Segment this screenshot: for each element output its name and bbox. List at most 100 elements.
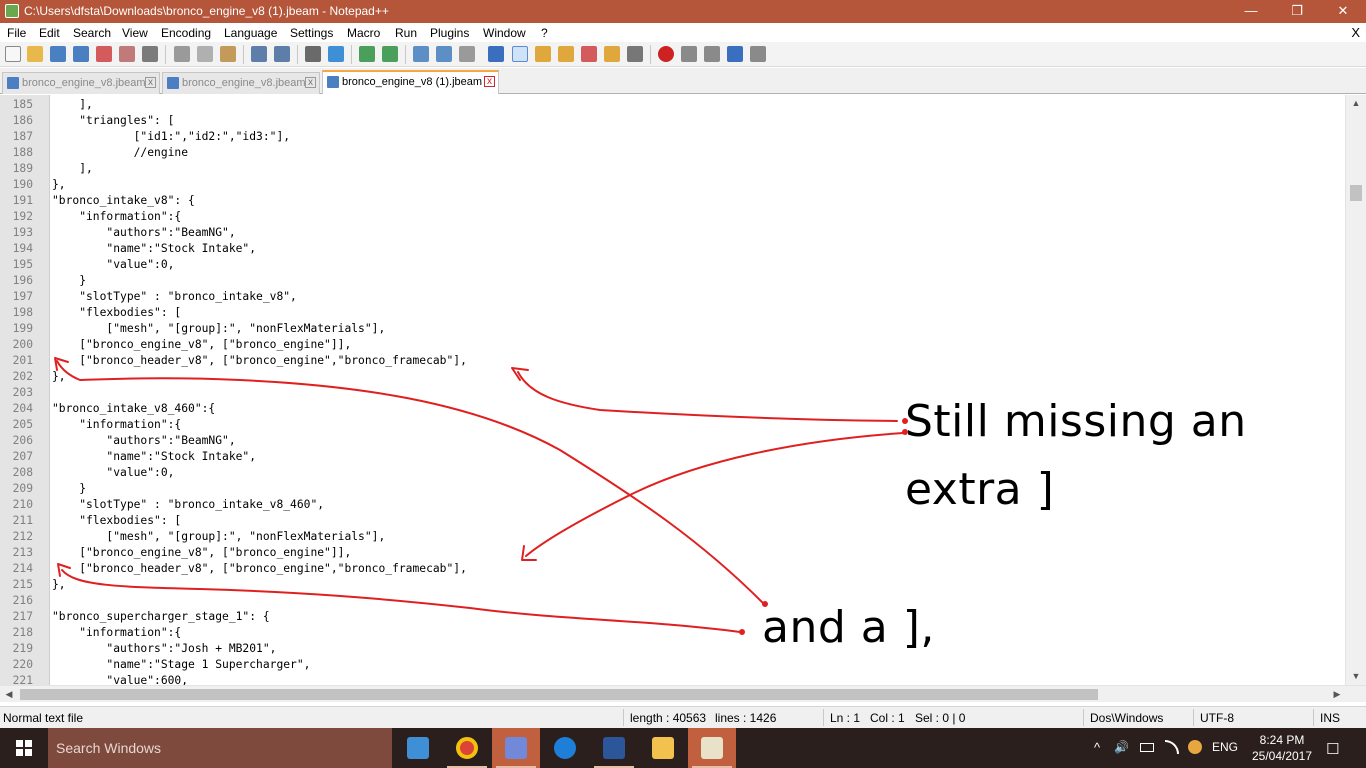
vertical-scrollbar[interactable]: ▲ ▼	[1345, 95, 1366, 685]
code-line[interactable]: 212 ["mesh", "[group]:", "nonFlexMateria…	[0, 529, 1345, 545]
code-line[interactable]: 193 "authors":"BeamNG",	[0, 225, 1345, 241]
close-document-icon[interactable]: X	[1351, 25, 1360, 40]
code-line[interactable]: 201 ["bronco_header_v8", ["bronco_engine…	[0, 353, 1345, 369]
volume-icon[interactable]: 🔊	[1114, 740, 1129, 754]
save-all-icon[interactable]	[73, 46, 89, 62]
monitoring-icon[interactable]	[627, 46, 643, 62]
code-line[interactable]: 192 "information":{	[0, 209, 1345, 225]
menu-file[interactable]: File	[7, 26, 26, 40]
copy-icon[interactable]	[197, 46, 213, 62]
zoom-out-icon[interactable]	[382, 46, 398, 62]
run-macro-multiple-icon[interactable]	[727, 46, 743, 62]
start-button[interactable]	[0, 728, 48, 768]
function-list-icon[interactable]	[581, 46, 597, 62]
code-line[interactable]: 199 ["mesh", "[group]:", "nonFlexMateria…	[0, 321, 1345, 337]
code-editor[interactable]: 185 ], 186 "triangles": [187 ["id1:","id2…	[0, 95, 1345, 685]
code-line[interactable]: 197 "slotType" : "bronco_intake_v8",	[0, 289, 1345, 305]
restore-button[interactable]: ❐	[1274, 0, 1320, 23]
code-line[interactable]: 215},	[0, 577, 1345, 593]
open-file-icon[interactable]	[27, 46, 43, 62]
wifi-icon[interactable]	[1165, 740, 1179, 754]
code-line[interactable]: 187 ["id1:","id2:","id3:"],	[0, 129, 1345, 145]
menu-encoding[interactable]: Encoding	[161, 26, 211, 40]
battery-icon[interactable]	[1140, 743, 1154, 752]
code-line[interactable]: 221 "value":600,	[0, 673, 1345, 685]
code-line[interactable]: 207 "name":"Stock Intake",	[0, 449, 1345, 465]
menu-language[interactable]: Language	[224, 26, 277, 40]
tab-bronco-engine-v8[interactable]: bronco_engine_v8.jbeam x	[2, 72, 160, 94]
scroll-right-icon[interactable]: ▶	[1328, 686, 1346, 703]
folder-workspace-icon[interactable]	[604, 46, 620, 62]
code-line[interactable]: 217 "bronco_supercharger_stage_1": {	[0, 609, 1345, 625]
minimize-button[interactable]: —	[1228, 0, 1274, 23]
cut-icon[interactable]	[174, 46, 190, 62]
word-wrap-icon[interactable]	[459, 46, 475, 62]
code-line[interactable]: 211 "flexbodies": [	[0, 513, 1345, 529]
horizontal-scrollbar[interactable]: ◀ ▶	[0, 685, 1366, 702]
replace-icon[interactable]	[328, 46, 344, 62]
input-language[interactable]: ENG	[1212, 740, 1238, 754]
save-icon[interactable]	[50, 46, 66, 62]
menu-window[interactable]: Window	[483, 26, 526, 40]
menu-view[interactable]: View	[122, 26, 148, 40]
new-file-icon[interactable]	[5, 46, 21, 62]
scroll-up-icon[interactable]: ▲	[1346, 95, 1366, 112]
menu-plugins[interactable]: Plugins	[430, 26, 469, 40]
tab-close-icon[interactable]: x	[145, 77, 156, 88]
scroll-down-icon[interactable]: ▼	[1346, 668, 1366, 685]
weather-icon[interactable]	[1188, 740, 1202, 754]
code-line[interactable]: 189 ],	[0, 161, 1345, 177]
code-line[interactable]: 195 "value":0,	[0, 257, 1345, 273]
code-line[interactable]: 190},	[0, 177, 1345, 193]
close-file-icon[interactable]	[96, 46, 112, 62]
tab-close-icon[interactable]: x	[305, 77, 316, 88]
zoom-in-icon[interactable]	[359, 46, 375, 62]
code-line[interactable]: 200 ["bronco_engine_v8", ["bronco_engine…	[0, 337, 1345, 353]
menu-settings[interactable]: Settings	[290, 26, 333, 40]
code-line[interactable]: 186 "triangles": [	[0, 113, 1345, 129]
language-define-icon[interactable]	[535, 46, 551, 62]
code-line[interactable]: 214 ["bronco_header_v8", ["bronco_engine…	[0, 561, 1345, 577]
tab-close-icon[interactable]: x	[484, 76, 495, 87]
menu-macro[interactable]: Macro	[347, 26, 380, 40]
code-line[interactable]: 208 "value":0,	[0, 465, 1345, 481]
code-line[interactable]: 209 }	[0, 481, 1345, 497]
menu-run[interactable]: Run	[395, 26, 417, 40]
close-all-icon[interactable]	[119, 46, 135, 62]
indent-guide-icon[interactable]	[512, 46, 528, 62]
paste-icon[interactable]	[220, 46, 236, 62]
play-macro-icon[interactable]	[704, 46, 720, 62]
undo-icon[interactable]	[251, 46, 267, 62]
save-macro-icon[interactable]	[750, 46, 766, 62]
print-icon[interactable]	[142, 46, 158, 62]
menu-help[interactable]: ?	[541, 26, 548, 40]
taskbar-app-word[interactable]	[590, 728, 638, 768]
code-line[interactable]: 216	[0, 593, 1345, 609]
code-line[interactable]: 202},	[0, 369, 1345, 385]
taskbar-app-notepadpp[interactable]	[688, 728, 736, 768]
close-window-button[interactable]: ✕	[1320, 0, 1366, 23]
code-line[interactable]: 191 "bronco_intake_v8": {	[0, 193, 1345, 209]
sync-horizontal-icon[interactable]	[436, 46, 452, 62]
taskbar-app-explorer[interactable]	[639, 728, 687, 768]
taskbar-app-desktop[interactable]	[394, 728, 442, 768]
tray-chevron-icon[interactable]: ^	[1094, 740, 1100, 755]
menu-search[interactable]: Search	[73, 26, 111, 40]
taskbar-clock[interactable]: 8:24 PM 25/04/2017	[1248, 732, 1316, 764]
horizontal-scroll-thumb[interactable]	[20, 689, 1098, 700]
stop-macro-icon[interactable]	[681, 46, 697, 62]
show-all-chars-icon[interactable]	[488, 46, 504, 62]
notification-center-icon[interactable]: ☐	[1326, 740, 1339, 758]
redo-icon[interactable]	[274, 46, 290, 62]
code-line[interactable]: 198 "flexbodies": [	[0, 305, 1345, 321]
code-line[interactable]: 218 "information":{	[0, 625, 1345, 641]
code-line[interactable]: 220 "name":"Stage 1 Supercharger",	[0, 657, 1345, 673]
taskbar-search-box[interactable]: Search Windows	[48, 728, 392, 768]
code-line[interactable]: 194 "name":"Stock Intake",	[0, 241, 1345, 257]
sync-vertical-icon[interactable]	[413, 46, 429, 62]
document-map-icon[interactable]	[558, 46, 574, 62]
tab-bronco-engine-v8-second[interactable]: bronco_engine_v8.jbeam x	[162, 72, 320, 94]
scroll-left-icon[interactable]: ◀	[0, 686, 18, 703]
taskbar-app-edge[interactable]	[541, 728, 589, 768]
find-icon[interactable]	[305, 46, 321, 62]
